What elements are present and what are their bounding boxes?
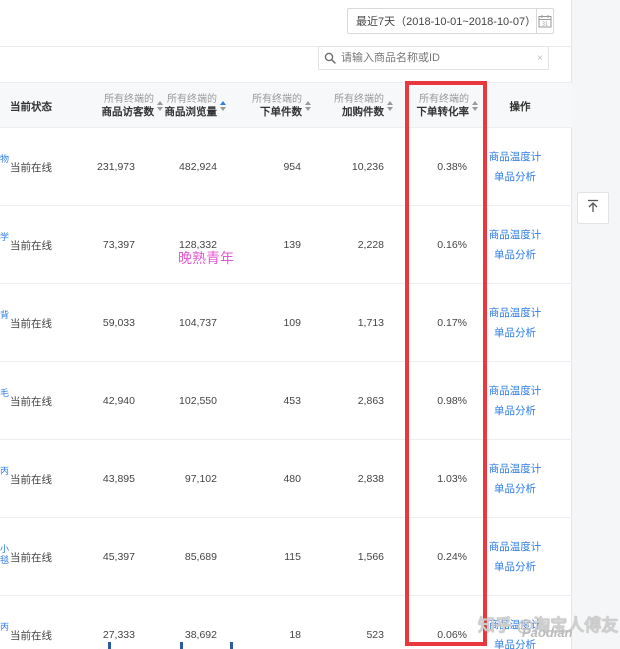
cell-orders: 139: [283, 239, 301, 251]
cell-conversion-rate: 0.38%: [437, 161, 467, 173]
cell-actions: 商品温度计 单品分析: [487, 518, 543, 596]
cell-status: 当前在线: [10, 473, 52, 486]
table-row: 丙当前在线 43,895 97,102 480 2,838 1.03% 商品温度计单品分析: [0, 440, 572, 518]
cell-conversion-rate: 0.17%: [437, 317, 467, 329]
cell-conversion-rate: 0.16%: [437, 239, 467, 251]
product-thermometer-link[interactable]: 商品温度计: [489, 307, 542, 320]
cell-visitors: 43,895: [102, 473, 135, 485]
table-header: 当前状态 所有终端的 商品访客数 所有终端的 商品浏览量 所有终端的 下单件数 所有终…: [0, 82, 572, 128]
product-name-link[interactable]: 物: [0, 154, 9, 165]
table-row: 物当前在线 231,973 482,924 954 10,236 0.38% 商品温度计单品…: [0, 128, 572, 206]
product-thermometer-link[interactable]: 商品温度计: [489, 385, 542, 398]
watermark-text: 晚熟青年: [178, 251, 234, 267]
cell-conversion-rate: 0.98%: [437, 395, 467, 407]
product-analysis-link[interactable]: 单品分析: [494, 249, 536, 262]
table-row: 小 毯当前在线 45,397 85,689 115 1,566 0.24% 商品温度计单品分…: [0, 518, 572, 596]
calendar-day-number: 31: [542, 22, 548, 28]
product-analysis-link[interactable]: 单品分析: [494, 171, 536, 184]
main-panel: 最近7天（2018-10-01~2018-10-07） 31 × 当前状态 所有…: [0, 0, 618, 649]
cell-visitors: 45,397: [102, 551, 135, 563]
cell-carts: 2,838: [357, 473, 384, 485]
product-analysis-link[interactable]: 单品分析: [494, 483, 536, 496]
product-search-box[interactable]: ×: [318, 46, 549, 70]
date-range-picker[interactable]: 最近7天（2018-10-01~2018-10-07） 31: [347, 8, 554, 34]
product-thermometer-link[interactable]: 商品温度计: [489, 151, 542, 164]
cell-carts: 2,228: [357, 239, 384, 251]
cell-visitors: 231,973: [97, 161, 135, 173]
product-name-link[interactable]: 丙: [0, 466, 9, 477]
product-analysis-link[interactable]: 单品分析: [494, 561, 536, 574]
cell-views: 482,924: [179, 161, 217, 173]
cell-actions: 商品温度计 单品分析: [487, 284, 543, 362]
product-thermometer-link[interactable]: 商品温度计: [489, 541, 542, 554]
cell-orders: 480: [283, 473, 301, 485]
cell-conversion-rate: 0.24%: [437, 551, 467, 563]
product-name-link[interactable]: 学: [0, 232, 9, 243]
cell-carts: 10,236: [351, 161, 384, 173]
header-conversion-rate[interactable]: 所有终端的 下单转化率: [393, 83, 478, 129]
cell-status: 当前在线: [10, 239, 52, 252]
cell-actions: 商品温度计 单品分析: [487, 440, 543, 518]
back-to-top-button[interactable]: [577, 192, 609, 224]
product-name-link[interactable]: 背: [0, 310, 9, 321]
cell-views: 128,332: [179, 239, 217, 251]
product-thermometer-link[interactable]: 商品温度计: [489, 463, 542, 476]
product-analysis-link[interactable]: 单品分析: [494, 405, 536, 418]
header-visitors[interactable]: 所有终端的 商品访客数: [70, 83, 163, 129]
cell-status: 当前在线: [10, 317, 52, 330]
corner-watermark: Paodian: [522, 625, 573, 640]
cell-views: 102,550: [179, 395, 217, 407]
cell-orders: 109: [283, 317, 301, 329]
table-row: 学当前在线 73,397 128,332 139 2,228 0.16% 商品温度计单品分析: [0, 206, 572, 284]
product-name-link[interactable]: 毛: [0, 388, 9, 399]
header-status: 当前状态: [10, 100, 52, 113]
product-thermometer-link[interactable]: 商品温度计: [489, 229, 542, 242]
product-search-input[interactable]: [341, 52, 532, 64]
cell-views: 104,737: [179, 317, 217, 329]
cell-actions: 商品温度计 单品分析: [487, 128, 543, 206]
cell-orders: 453: [283, 395, 301, 407]
cell-carts: 1,713: [357, 317, 384, 329]
date-range-label: 最近7天（2018-10-01~2018-10-07）: [356, 16, 537, 28]
header-action: 操作: [509, 100, 531, 113]
search-icon: [319, 52, 341, 64]
table-row: 背当前在线 59,033 104,737 109 1,713 0.17% 商品温度计单品分析: [0, 284, 572, 362]
cell-status: 当前在线: [10, 551, 52, 564]
clear-icon[interactable]: ×: [532, 53, 548, 64]
cell-status: 当前在线: [10, 161, 52, 174]
cell-views: 97,102: [184, 473, 217, 485]
header-orders[interactable]: 所有终端的 下单件数: [226, 83, 311, 129]
cell-conversion-rate: 1.03%: [437, 473, 467, 485]
cell-carts: 2,863: [357, 395, 384, 407]
product-name-link[interactable]: 丙: [0, 622, 9, 633]
bottom-cut-off-content: [0, 642, 572, 649]
table-row: 毛当前在线 42,940 102,550 453 2,863 0.98% 商品温度计单品分析: [0, 362, 572, 440]
cell-actions: 商品温度计 单品分析: [487, 206, 543, 284]
product-name-link[interactable]: 小 毯: [0, 544, 9, 566]
cell-status: 当前在线: [10, 395, 52, 408]
cell-views: 85,689: [184, 551, 217, 563]
header-carts[interactable]: 所有终端的 加购件数: [311, 83, 393, 129]
cell-visitors: 59,033: [102, 317, 135, 329]
arrow-up-to-top-icon: [586, 199, 600, 218]
header-views[interactable]: 所有终端的 商品浏览量: [163, 83, 226, 129]
cell-visitors: 42,940: [102, 395, 135, 407]
sort-icon[interactable]: [472, 101, 478, 111]
cell-carts: 1,566: [357, 551, 384, 563]
product-analysis-link[interactable]: 单品分析: [494, 327, 536, 340]
cell-visitors: 73,397: [102, 239, 135, 251]
cell-orders: 954: [283, 161, 301, 173]
cell-actions: 商品温度计 单品分析: [487, 362, 543, 440]
calendar-icon[interactable]: 31: [536, 9, 553, 33]
cell-orders: 115: [284, 551, 301, 563]
